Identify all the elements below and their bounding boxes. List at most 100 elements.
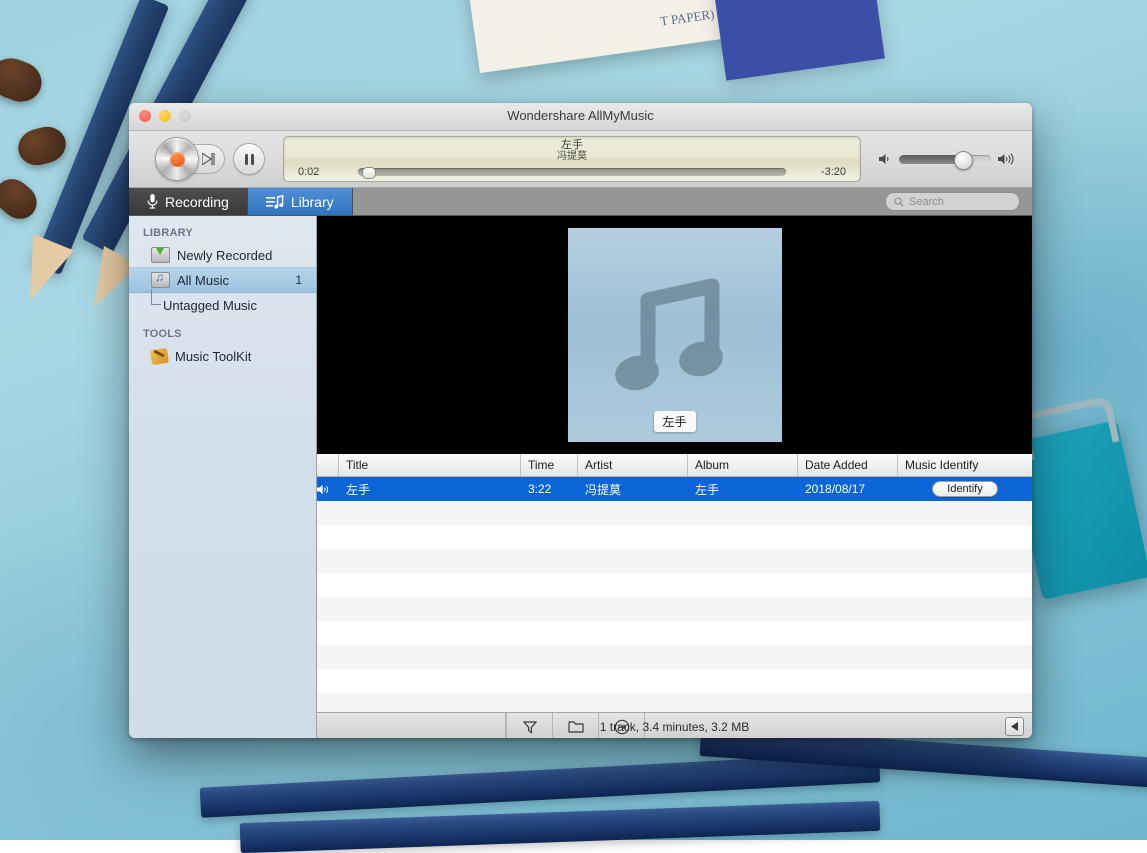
coffee-bean xyxy=(0,172,44,226)
table-row-empty[interactable] xyxy=(317,573,1032,597)
pause-bar-icon xyxy=(251,154,254,165)
music-note-icon xyxy=(600,260,750,410)
table-row-empty[interactable] xyxy=(317,525,1032,549)
sidebar-item-untagged-music[interactable]: Untagged Music xyxy=(129,293,316,317)
main-panel: 左手 Title Time Artist Album Date Added Mu… xyxy=(317,216,1032,738)
volume-high-icon[interactable] xyxy=(998,153,1014,165)
volume-control xyxy=(879,153,1014,165)
app-window: Wondershare AllMyMusic xyxy=(129,103,1032,738)
volume-slider[interactable] xyxy=(899,155,991,164)
table-row-empty[interactable] xyxy=(317,501,1032,525)
triangle-left-icon xyxy=(1011,722,1019,731)
identify-button[interactable]: Identify xyxy=(932,481,997,497)
microphone-icon xyxy=(147,194,158,209)
window-title-bar: Wondershare AllMyMusic xyxy=(129,103,1032,131)
player-toolbar: 左手 冯提莫 0:02 -3:20 xyxy=(129,131,1032,188)
row-artist: 冯提莫 xyxy=(578,477,688,501)
lcd-track-artist: 冯提莫 xyxy=(284,151,860,163)
sidebar-item-label: All Music xyxy=(177,273,229,288)
track-list[interactable]: 左手 3:22 冯提莫 左手 2018/08/17 Identify xyxy=(317,477,1032,712)
playback-progress-knob[interactable] xyxy=(362,167,376,179)
coffee-bean xyxy=(0,52,47,107)
window-body: LIBRARY Newly Recorded All Music 1 Untag… xyxy=(129,216,1032,738)
album-artwork[interactable]: 左手 xyxy=(568,228,782,442)
collapse-panel-button[interactable] xyxy=(1005,717,1024,736)
sidebar-item-label: Music ToolKit xyxy=(175,349,251,364)
tab-recording-label: Recording xyxy=(165,194,229,210)
speaker-icon xyxy=(317,484,330,495)
pause-bar-icon xyxy=(245,154,248,165)
tree-branch-line xyxy=(151,289,161,305)
remaining-time: -3:20 xyxy=(804,166,846,178)
sidebar-section-library-header: LIBRARY xyxy=(129,224,316,243)
row-playing-indicator xyxy=(317,477,339,501)
transport-controls xyxy=(155,137,265,181)
volume-fill xyxy=(899,155,962,164)
column-header-time[interactable]: Time xyxy=(521,454,578,476)
tab-library[interactable]: Library xyxy=(248,188,353,215)
search-placeholder: Search xyxy=(909,196,944,208)
lcd-progress-row: 0:02 -3:20 xyxy=(284,166,860,178)
table-row-empty[interactable] xyxy=(317,621,1032,645)
sidebar: LIBRARY Newly Recorded All Music 1 Untag… xyxy=(129,216,317,738)
record-button[interactable] xyxy=(155,137,199,181)
column-header-icon[interactable] xyxy=(317,454,339,476)
column-header-date-added[interactable]: Date Added xyxy=(798,454,898,476)
row-date-added: 2018/08/17 xyxy=(798,477,898,501)
empty-rows xyxy=(317,501,1032,712)
table-row-empty[interactable] xyxy=(317,669,1032,693)
playback-progress-slider[interactable] xyxy=(358,168,786,176)
tray-music-icon xyxy=(151,272,170,288)
table-row-empty[interactable] xyxy=(317,549,1032,573)
tab-recording[interactable]: Recording xyxy=(129,188,248,215)
sidebar-item-newly-recorded[interactable]: Newly Recorded xyxy=(129,243,316,267)
search-input[interactable]: Search xyxy=(885,192,1020,211)
lcd-display[interactable]: 左手 冯提莫 0:02 -3:20 xyxy=(283,136,861,182)
sidebar-item-label: Newly Recorded xyxy=(177,248,272,263)
sidebar-item-count: 1 xyxy=(295,273,316,287)
column-header-title[interactable]: Title xyxy=(339,454,521,476)
funnel-icon xyxy=(523,720,537,734)
next-track-icon xyxy=(202,153,215,165)
volume-knob[interactable] xyxy=(954,151,973,170)
table-row-empty[interactable] xyxy=(317,693,1032,712)
artwork-stage: 左手 xyxy=(317,216,1032,454)
row-title: 左手 xyxy=(339,477,521,501)
sidebar-section-tools-header: TOOLS xyxy=(129,325,316,344)
status-bar-right xyxy=(1005,717,1032,736)
export-button[interactable] xyxy=(599,713,645,738)
elapsed-time: 0:02 xyxy=(298,166,340,178)
library-music-icon xyxy=(266,195,284,209)
record-dot-icon xyxy=(170,152,185,167)
row-album: 左手 xyxy=(688,477,798,501)
table-row-empty[interactable] xyxy=(317,597,1032,621)
folder-icon xyxy=(568,720,584,733)
column-header-music-identify[interactable]: Music Identify xyxy=(898,454,1032,476)
search-area: Search xyxy=(885,188,1032,215)
table-header: Title Time Artist Album Date Added Music… xyxy=(317,454,1032,477)
window-title: Wondershare AllMyMusic xyxy=(129,108,1032,123)
arrow-circle-right-icon xyxy=(614,719,630,735)
coffee-bean xyxy=(14,122,70,169)
sidebar-item-music-toolkit[interactable]: Music ToolKit xyxy=(129,344,316,368)
lcd-track-title: 左手 xyxy=(284,139,860,151)
artwork-label: 左手 xyxy=(653,411,695,432)
status-bar-buttons xyxy=(506,713,645,738)
row-time: 3:22 xyxy=(521,477,578,501)
column-header-artist[interactable]: Artist xyxy=(578,454,688,476)
sidebar-item-label: Untagged Music xyxy=(163,298,257,313)
tab-library-label: Library xyxy=(291,194,334,210)
record-next-group xyxy=(155,137,225,181)
table-row[interactable]: 左手 3:22 冯提莫 左手 2018/08/17 Identify xyxy=(317,477,1032,501)
table-row-empty[interactable] xyxy=(317,645,1032,669)
filter-button[interactable] xyxy=(506,713,553,738)
search-icon xyxy=(894,197,904,207)
pause-button[interactable] xyxy=(233,143,265,175)
folder-button[interactable] xyxy=(553,713,599,738)
tab-bar: Recording Library Search xyxy=(129,188,1032,216)
notepad-band xyxy=(711,0,885,81)
tray-download-icon xyxy=(151,247,170,263)
toolkit-icon xyxy=(150,347,169,364)
volume-low-icon[interactable] xyxy=(879,153,892,165)
column-header-album[interactable]: Album xyxy=(688,454,798,476)
